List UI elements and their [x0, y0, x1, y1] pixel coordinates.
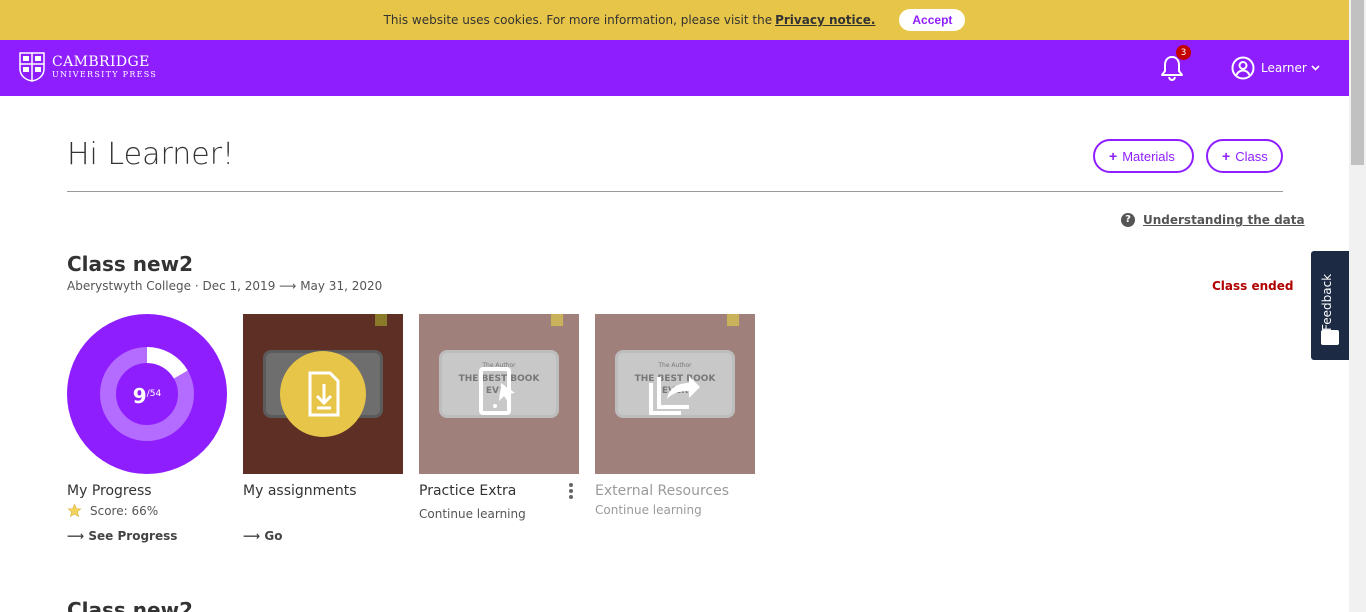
- feedback-tab[interactable]: Feedback: [1311, 251, 1349, 360]
- class-start-date: Dec 1, 2019: [202, 279, 276, 293]
- cookie-message: This website uses cookies. For more info…: [383, 13, 773, 27]
- see-progress-link[interactable]: ⟶ See Progress: [67, 529, 177, 543]
- assignments-go-link[interactable]: ⟶ Go: [243, 529, 282, 543]
- plus-icon: +: [1222, 148, 1231, 164]
- class-status-badge: Class ended: [1212, 279, 1294, 293]
- user-name: Learner: [1261, 61, 1307, 75]
- practice-continue-learning[interactable]: Continue learning: [419, 507, 526, 521]
- scrollbar-thumb[interactable]: [1351, 0, 1364, 165]
- question-icon: ?: [1121, 213, 1135, 227]
- privacy-notice-link[interactable]: Privacy notice.: [775, 13, 875, 27]
- progress-score: Score: 66%: [67, 503, 158, 518]
- understanding-data-label: Understanding the data: [1143, 213, 1305, 227]
- chevron-down-icon: [1311, 65, 1320, 71]
- bookmark-ribbon-icon: [375, 314, 387, 326]
- add-materials-label: Materials: [1122, 148, 1175, 164]
- logo-line-1: CAMBRIDGE: [52, 54, 150, 70]
- bookmark-ribbon-icon: [551, 314, 563, 326]
- user-menu[interactable]: Learner: [1231, 56, 1320, 80]
- user-avatar-icon: [1231, 56, 1255, 80]
- more-options-icon[interactable]: [569, 483, 575, 501]
- download-file-icon: [280, 351, 366, 437]
- practice-extra-title: Practice Extra: [419, 483, 517, 499]
- bookmark-ribbon-icon: [727, 314, 739, 326]
- add-materials-button[interactable]: + Materials: [1093, 139, 1194, 173]
- cookie-banner: This website uses cookies. For more info…: [0, 0, 1349, 40]
- understanding-data-link[interactable]: ? Understanding the data: [1121, 213, 1305, 227]
- external-continue-learning[interactable]: Continue learning: [595, 503, 702, 517]
- score-text: Score: 66%: [90, 503, 159, 518]
- class-institution: Aberystwyth College: [67, 279, 192, 293]
- page: This website uses cookies. For more info…: [0, 0, 1366, 612]
- plus-icon: +: [1109, 148, 1118, 164]
- vertical-scrollbar[interactable]: [1349, 0, 1366, 612]
- page-title: Hi Learner!: [67, 137, 235, 172]
- notification-count-badge: 3: [1175, 44, 1192, 61]
- class-title: Class new2: [67, 252, 193, 276]
- cover-author: The Author: [658, 362, 692, 369]
- external-resources-title: External Resources: [595, 483, 730, 499]
- my-progress-title: My Progress: [67, 483, 152, 499]
- arrow-right-icon: ⟶: [67, 529, 89, 543]
- arrow-right-icon: ⟶: [279, 279, 301, 293]
- add-class-button[interactable]: + Class: [1206, 139, 1283, 173]
- see-progress-label: See Progress: [88, 529, 178, 543]
- arrow-right-icon: ⟶: [243, 529, 265, 543]
- logo-line-2: UNIVERSITY PRESS: [52, 70, 158, 79]
- top-header: CAMBRIDGE UNIVERSITY PRESS Learner: [0, 40, 1349, 96]
- class-meta: Aberystwyth College · Dec 1, 2019 ⟶ May …: [67, 279, 383, 293]
- practice-extra-tile[interactable]: The Author THE BEST BOOK EVER: [419, 314, 579, 474]
- assignments-tile[interactable]: [243, 314, 403, 474]
- progress-total: /54: [147, 389, 162, 399]
- cambridge-logo[interactable]: CAMBRIDGE UNIVERSITY PRESS: [19, 52, 157, 82]
- header-divider: [67, 191, 1283, 192]
- external-resources-tile[interactable]: The Author THE BEST BOOK EVER: [595, 314, 755, 474]
- feedback-face-icon: [1321, 330, 1339, 345]
- mobile-device-icon: [479, 367, 515, 415]
- star-icon: [67, 503, 82, 518]
- share-external-icon: [649, 376, 700, 415]
- feedback-label: Feedback: [1320, 273, 1334, 331]
- next-class-title: Class new2: [67, 598, 193, 612]
- my-assignments-title: My assignments: [243, 483, 357, 499]
- crest-icon: [19, 52, 45, 82]
- accept-cookies-button[interactable]: Accept: [899, 9, 966, 31]
- go-label: Go: [264, 529, 283, 543]
- class-end-date: May 31, 2020: [300, 279, 383, 293]
- progress-done: 9: [133, 384, 147, 408]
- add-class-label: Class: [1235, 148, 1268, 164]
- progress-chart[interactable]: 9/54: [67, 314, 227, 474]
